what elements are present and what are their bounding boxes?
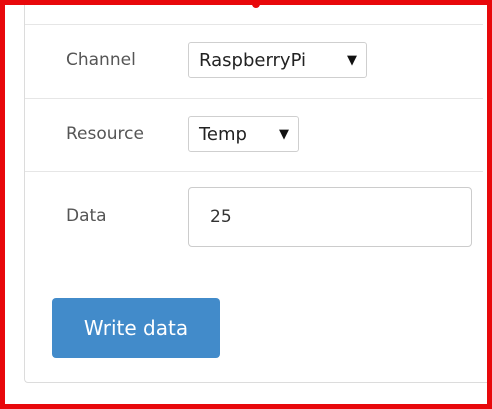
- highlight-marker: [252, 0, 260, 8]
- highlight-frame: [0, 0, 492, 409]
